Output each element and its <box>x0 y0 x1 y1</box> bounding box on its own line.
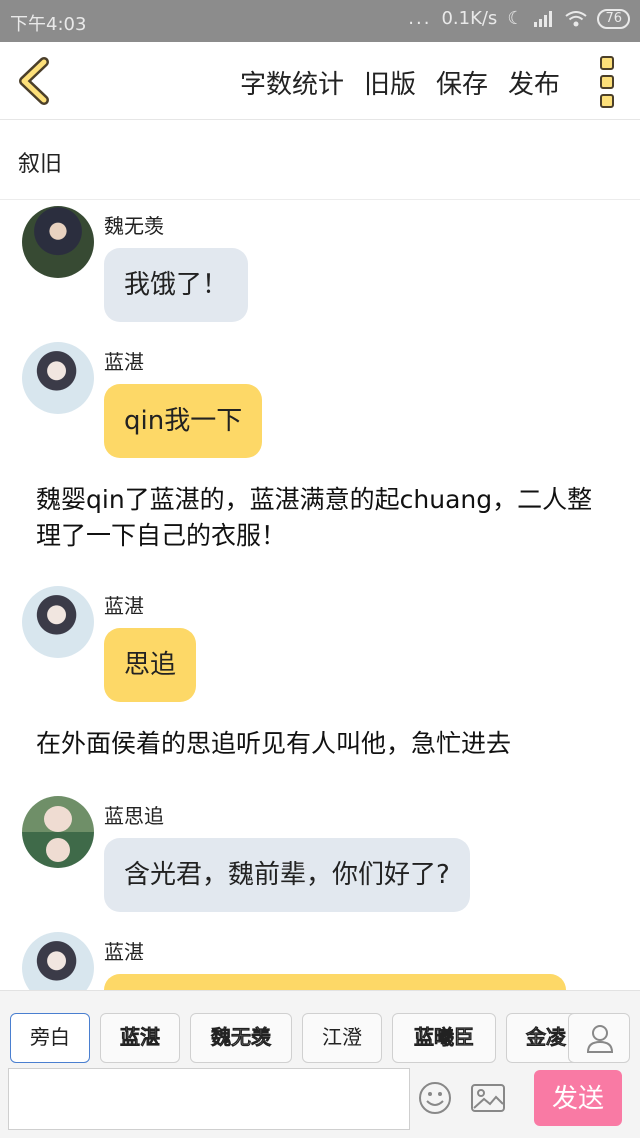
publish-button[interactable]: 发布 <box>508 64 560 101</box>
avatar-lan-zhan[interactable] <box>22 342 94 414</box>
image-icon[interactable] <box>470 1082 506 1114</box>
character-tab-wei-wuxian[interactable]: 魏无羡 <box>190 1013 292 1063</box>
signal-icon <box>534 10 553 27</box>
avatar-lan-zhan[interactable] <box>22 586 94 658</box>
moon-icon: ☾ <box>507 8 524 29</box>
message-bubble[interactable]: 思追 <box>104 628 197 702</box>
save-button[interactable]: 保存 <box>436 64 488 101</box>
character-selector: 旁白 蓝湛 魏无羡 江澄 蓝曦臣 金凌 <box>0 990 640 1066</box>
person-icon <box>586 1025 614 1053</box>
emoji-icon[interactable] <box>418 1081 452 1115</box>
chat-area[interactable]: 魏无羡 我饿了！ 蓝湛 qin我一下 魏婴qin了蓝湛的，蓝湛满意的起chuan… <box>0 200 640 990</box>
narration-text[interactable]: 魏婴qin了蓝湛的，蓝湛满意的起chuang，二人整理了一下自己的衣服！ <box>36 482 596 554</box>
avatar-wei-wuxian[interactable] <box>22 206 94 278</box>
message-bubble[interactable] <box>104 974 566 990</box>
word-count-button[interactable]: 字数统计 <box>240 64 344 101</box>
status-bar: 下午4:03 ... 0.1K/s ☾ 76 <box>0 0 640 42</box>
send-button[interactable]: 发送 <box>534 1070 622 1126</box>
add-character-button[interactable] <box>568 1013 630 1063</box>
avatar-lan-zhan[interactable] <box>22 932 94 990</box>
message-bubble[interactable]: qin我一下 <box>104 384 263 458</box>
more-dot <box>600 56 614 70</box>
character-tab-narrator[interactable]: 旁白 <box>10 1013 90 1063</box>
back-arrow-icon[interactable] <box>12 56 56 106</box>
status-time: 下午4:03 <box>10 14 87 35</box>
story-title-row[interactable]: 叙旧 <box>0 120 640 200</box>
character-tab-lan-zhan[interactable]: 蓝湛 <box>100 1013 180 1063</box>
more-dot <box>600 94 614 108</box>
battery-indicator: 76 <box>597 8 630 29</box>
avatar-lan-sizhui[interactable] <box>22 796 94 868</box>
more-menu-icon[interactable] <box>600 56 616 108</box>
message-bubble[interactable]: 我饿了！ <box>104 248 249 322</box>
narration-text[interactable]: 在外面侯着的思追听见有人叫他，急忙进去 <box>36 726 596 762</box>
message-bubble[interactable]: 含光君，魏前辈，你们好了? <box>104 838 470 912</box>
input-row: 发送 <box>0 1066 640 1138</box>
speaker-name: 蓝湛 <box>104 594 144 618</box>
status-dots: ... <box>408 8 432 29</box>
speaker-name: 魏无羡 <box>104 214 164 238</box>
speaker-name: 蓝思追 <box>104 804 164 828</box>
old-version-button[interactable]: 旧版 <box>364 64 416 101</box>
speaker-name: 蓝湛 <box>104 350 144 374</box>
more-dot <box>600 75 614 89</box>
top-toolbar: 字数统计 旧版 保存 发布 <box>0 42 640 120</box>
message-input[interactable] <box>8 1068 410 1130</box>
wifi-icon <box>565 10 588 26</box>
status-right: ... 0.1K/s ☾ 76 <box>408 8 630 29</box>
character-tab-lan-xichen[interactable]: 蓝曦臣 <box>392 1013 496 1063</box>
story-title: 叙旧 <box>18 152 63 177</box>
network-speed: 0.1K/s <box>441 8 498 29</box>
character-tab-jiang-cheng[interactable]: 江澄 <box>302 1013 382 1063</box>
speaker-name: 蓝湛 <box>104 940 144 964</box>
toolbar-actions: 字数统计 旧版 保存 发布 <box>240 64 560 101</box>
